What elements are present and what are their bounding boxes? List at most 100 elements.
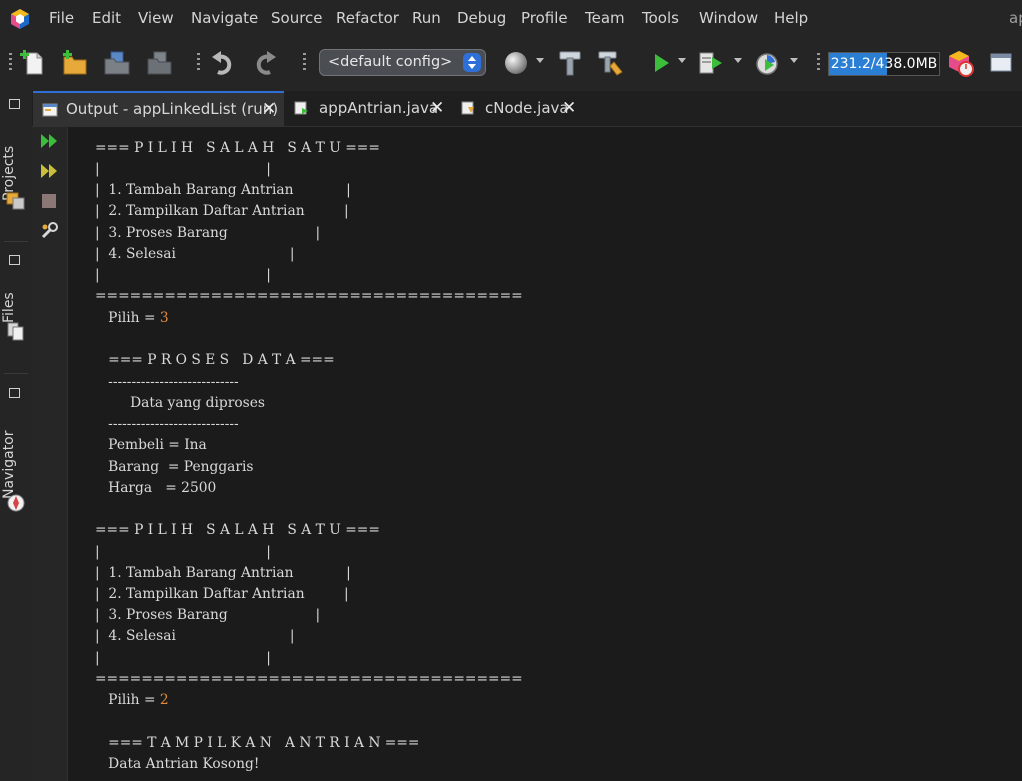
gc-profiler-icon[interactable] — [947, 48, 975, 78]
output-text: Pilih = — [95, 310, 160, 326]
output-actions-bar — [32, 127, 68, 781]
output-text: | 4. Selesai | — [95, 246, 295, 262]
output-text: | | — [95, 267, 271, 283]
clean-build-icon[interactable] — [597, 48, 625, 78]
run-configuration-select[interactable]: <default config> — [319, 49, 486, 76]
window-title-fragment: ap — [1009, 9, 1022, 27]
menu-profile[interactable]: Profile — [521, 9, 568, 27]
output-line: Barang = Penggaris — [95, 458, 253, 476]
navigator-compass-icon[interactable] — [6, 493, 26, 513]
tab-label: appAntrian.java — [319, 99, 439, 117]
output-text: | | — [95, 544, 271, 560]
output-line: ---------------------------- — [95, 373, 239, 391]
menu-file[interactable]: File — [49, 9, 74, 27]
output-text: ---------------------------- — [95, 374, 239, 390]
output-line: | 2. Tampilkan Daftar Antrian | — [95, 585, 349, 603]
close-icon[interactable]: ✕ — [562, 91, 576, 126]
redo-icon[interactable] — [251, 48, 279, 78]
rerun-icon[interactable] — [39, 131, 59, 151]
menu-help[interactable]: Help — [774, 9, 808, 27]
output-line: | | — [95, 266, 271, 284]
output-line: === P I L I H S A L A H S A T U === — [95, 139, 380, 157]
chevron-updown-icon — [463, 53, 481, 72]
debug-project-icon[interactable] — [697, 48, 725, 78]
output-text: | 1. Tambah Barang Antrian | — [95, 182, 351, 198]
close-icon[interactable]: ✕ — [262, 93, 276, 126]
output-text: ===================================== — [95, 288, 523, 304]
output-line: Pilih = 2 — [95, 691, 169, 709]
rail-separator — [4, 373, 28, 374]
restore-window-icon[interactable] — [9, 255, 20, 265]
tab-output-applinkedlist[interactable]: Output - appLinkedList (run) ✕ — [33, 91, 284, 126]
memory-usage-indicator[interactable]: 231.2/438.0MB — [828, 52, 940, 76]
menu-view[interactable]: View — [138, 9, 174, 27]
chevron-down-icon[interactable] — [734, 58, 742, 63]
netbeans-logo-icon — [11, 9, 29, 29]
toolbar-grip[interactable] — [9, 53, 12, 73]
menu-window[interactable]: Window — [699, 9, 758, 27]
tab-cnode-java[interactable]: cNode.java ✕ — [450, 91, 590, 126]
output-line: | | — [95, 543, 271, 561]
menu-tools[interactable]: Tools — [642, 9, 679, 27]
chevron-down-icon[interactable] — [536, 58, 544, 63]
undo-icon[interactable] — [209, 48, 237, 78]
menu-navigate[interactable]: Navigate — [191, 9, 258, 27]
tab-label: Output - appLinkedList (run) — [66, 100, 279, 118]
tab-label: cNode.java — [485, 99, 569, 117]
new-project-icon[interactable] — [61, 48, 89, 78]
profile-project-icon[interactable] — [753, 48, 781, 78]
menu-refactor[interactable]: Refactor — [336, 9, 399, 27]
memory-usage-text: 231.2/438.0MB — [830, 56, 938, 72]
run-project-icon[interactable] — [648, 48, 676, 78]
output-text: Harga = 2500 — [95, 480, 217, 496]
output-text: === P R O S E S D A T A === — [95, 352, 335, 368]
output-text: | 3. Proses Barang | — [95, 607, 321, 623]
files-tab-label[interactable]: Files — [1, 287, 31, 323]
chevron-down-icon[interactable] — [790, 58, 798, 63]
output-line: ===================================== — [95, 287, 523, 305]
stop-icon[interactable] — [39, 191, 59, 211]
output-text: | 2. Tampilkan Daftar Antrian | — [95, 586, 349, 602]
output-line: ===================================== — [95, 670, 523, 688]
files-icon[interactable] — [6, 321, 26, 341]
user-input-value: 3 — [159, 310, 169, 326]
menu-run[interactable]: Run — [412, 9, 441, 27]
output-line: === T A M P I L K A N A N T R I A N === — [95, 734, 419, 752]
output-text: | 3. Proses Barang | — [95, 225, 321, 241]
new-file-icon[interactable] — [20, 48, 48, 78]
output-line: | 3. Proses Barang | — [95, 224, 320, 242]
toolbar-grip[interactable] — [303, 53, 306, 73]
menu-debug[interactable]: Debug — [457, 9, 506, 27]
output-line: Data Antrian Kosong! — [95, 755, 259, 773]
output-line: Harga = 2500 — [95, 479, 216, 497]
toolbar-grip[interactable] — [817, 53, 820, 73]
output-text: Data yang diproses — [95, 395, 265, 411]
close-project-icon[interactable] — [145, 48, 173, 78]
calendar-icon[interactable] — [988, 48, 1016, 78]
config-value: <default config> — [328, 54, 453, 70]
output-line: Pilih = 3 — [95, 309, 169, 327]
rerun-with-options-icon[interactable] — [39, 161, 59, 181]
restore-window-icon[interactable] — [9, 99, 20, 109]
build-hammer-icon[interactable] — [556, 48, 584, 78]
rail-separator — [4, 241, 28, 242]
open-project-icon[interactable] — [103, 48, 131, 78]
tab-appantrian-java[interactable]: appAntrian.java ✕ — [284, 91, 449, 126]
output-text: | 2. Tampilkan Daftar Antrian | — [95, 203, 349, 219]
close-icon[interactable]: ✕ — [430, 91, 444, 126]
menu-team[interactable]: Team — [585, 9, 625, 27]
output-console[interactable]: === P I L I H S A L A H S A T U === | | | … — [68, 127, 1022, 781]
settings-wrench-icon[interactable] — [39, 221, 59, 241]
output-line: | | — [95, 649, 271, 667]
restore-window-icon[interactable] — [9, 388, 20, 398]
toolbar-grip[interactable] — [197, 53, 200, 73]
menu-source[interactable]: Source — [271, 9, 323, 27]
editor-tab-strip: Output - appLinkedList (run) ✕ appAntria… — [32, 91, 1022, 127]
menu-edit[interactable]: Edit — [92, 9, 121, 27]
navigator-tab-label[interactable]: Navigator — [1, 421, 31, 499]
target-globe-icon[interactable] — [503, 48, 531, 78]
projects-icon[interactable] — [6, 191, 26, 211]
output-text: | 4. Selesai | — [95, 628, 295, 644]
output-window-icon — [42, 103, 58, 117]
chevron-down-icon[interactable] — [678, 58, 686, 63]
